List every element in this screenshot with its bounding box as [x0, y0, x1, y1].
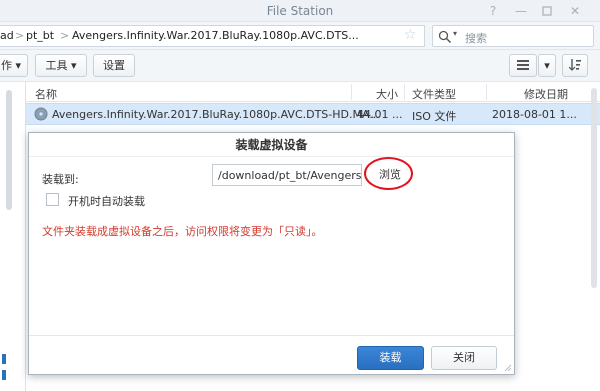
grid-scrollbar[interactable]: [591, 88, 597, 288]
chevron-down-icon[interactable]: ▾: [538, 54, 556, 77]
action-button[interactable]: 作 ▾: [0, 54, 28, 77]
mount-path-field[interactable]: /download/pt_bt/Avengers.In: [212, 164, 362, 186]
path-bar: ad > pt_bt > Avengers.Infinity.War.2017.…: [0, 22, 600, 50]
close-button[interactable]: 关闭: [431, 346, 497, 370]
sidebar-scrollbar[interactable]: [6, 90, 12, 210]
close-icon[interactable]: ✕: [566, 2, 584, 20]
read-only-note: 文件夹装载成虚拟设备之后，访问权限将变更为「只读」。: [42, 225, 323, 238]
mount-to-label: 装载到:: [42, 173, 79, 186]
minimize-icon[interactable]: —: [512, 2, 530, 20]
sidebar: [0, 82, 26, 391]
dialog-footer: 装载 关闭: [29, 335, 514, 375]
auto-mount-label[interactable]: 开机时自动装载: [68, 193, 145, 209]
grid-header: 名称 大小 文件类型 修改日期: [26, 82, 600, 102]
crumb-parent[interactable]: ad: [0, 29, 14, 42]
settings-button[interactable]: 设置: [93, 54, 135, 77]
tools-button[interactable]: 工具 ▾: [35, 54, 87, 77]
mount-button[interactable]: 装载: [357, 346, 424, 370]
chevron-down-icon[interactable]: ▾: [453, 29, 457, 38]
chevron-right-icon: >: [60, 29, 70, 42]
breadcrumb: ad > pt_bt > Avengers.Infinity.War.2017.…: [0, 25, 425, 47]
crumb-current-folder[interactable]: Avengers.Infinity.War.2017.BluRay.1080p.…: [72, 29, 359, 42]
window-title: File Station: [266, 4, 334, 18]
search-icon: [438, 30, 452, 44]
disc-image-icon: [34, 107, 48, 121]
sort-icon[interactable]: [562, 54, 588, 77]
file-type: ISO 文件: [412, 110, 457, 123]
dialog-title: 装载虚拟设备: [29, 133, 514, 157]
file-modified: 2018-08-01 1...: [492, 108, 577, 121]
table-row[interactable]: Avengers.Infinity.War.2017.BluRay.1080p.…: [26, 103, 600, 125]
sidebar-item-marker[interactable]: [2, 354, 6, 364]
crumb-pt-bt[interactable]: pt_bt: [26, 29, 54, 42]
window-titlebar: File Station ? — ✕: [0, 0, 600, 22]
search-placeholder: 搜索: [465, 32, 487, 45]
resize-grip-icon[interactable]: [504, 364, 512, 372]
column-name[interactable]: 名称: [35, 86, 57, 102]
column-type[interactable]: 文件类型: [412, 86, 456, 102]
mount-path-value: /download/pt_bt/Avengers.In: [218, 169, 362, 182]
star-icon[interactable]: ☆: [404, 27, 417, 43]
help-icon[interactable]: ?: [484, 2, 502, 20]
list-view-icon[interactable]: [509, 54, 537, 77]
sidebar-item-marker[interactable]: [2, 370, 6, 380]
mount-virtual-drive-dialog: 装载虚拟设备 装载到: /download/pt_bt/Avengers.In …: [28, 132, 515, 375]
toolbar: 作 ▾ 工具 ▾ 设置 ▾: [0, 50, 600, 82]
file-name: Avengers.Infinity.War.2017.BluRay.1080p.…: [52, 108, 380, 121]
column-size[interactable]: 大小: [376, 86, 398, 102]
chevron-right-icon: >: [15, 29, 25, 42]
auto-mount-checkbox[interactable]: [46, 193, 59, 206]
maximize-icon[interactable]: [538, 2, 556, 20]
file-size: 44.01 ...: [357, 108, 403, 121]
search-input[interactable]: ▾ 搜索: [432, 25, 594, 47]
annotation-circle: [364, 157, 413, 190]
column-modified[interactable]: 修改日期: [524, 86, 568, 102]
